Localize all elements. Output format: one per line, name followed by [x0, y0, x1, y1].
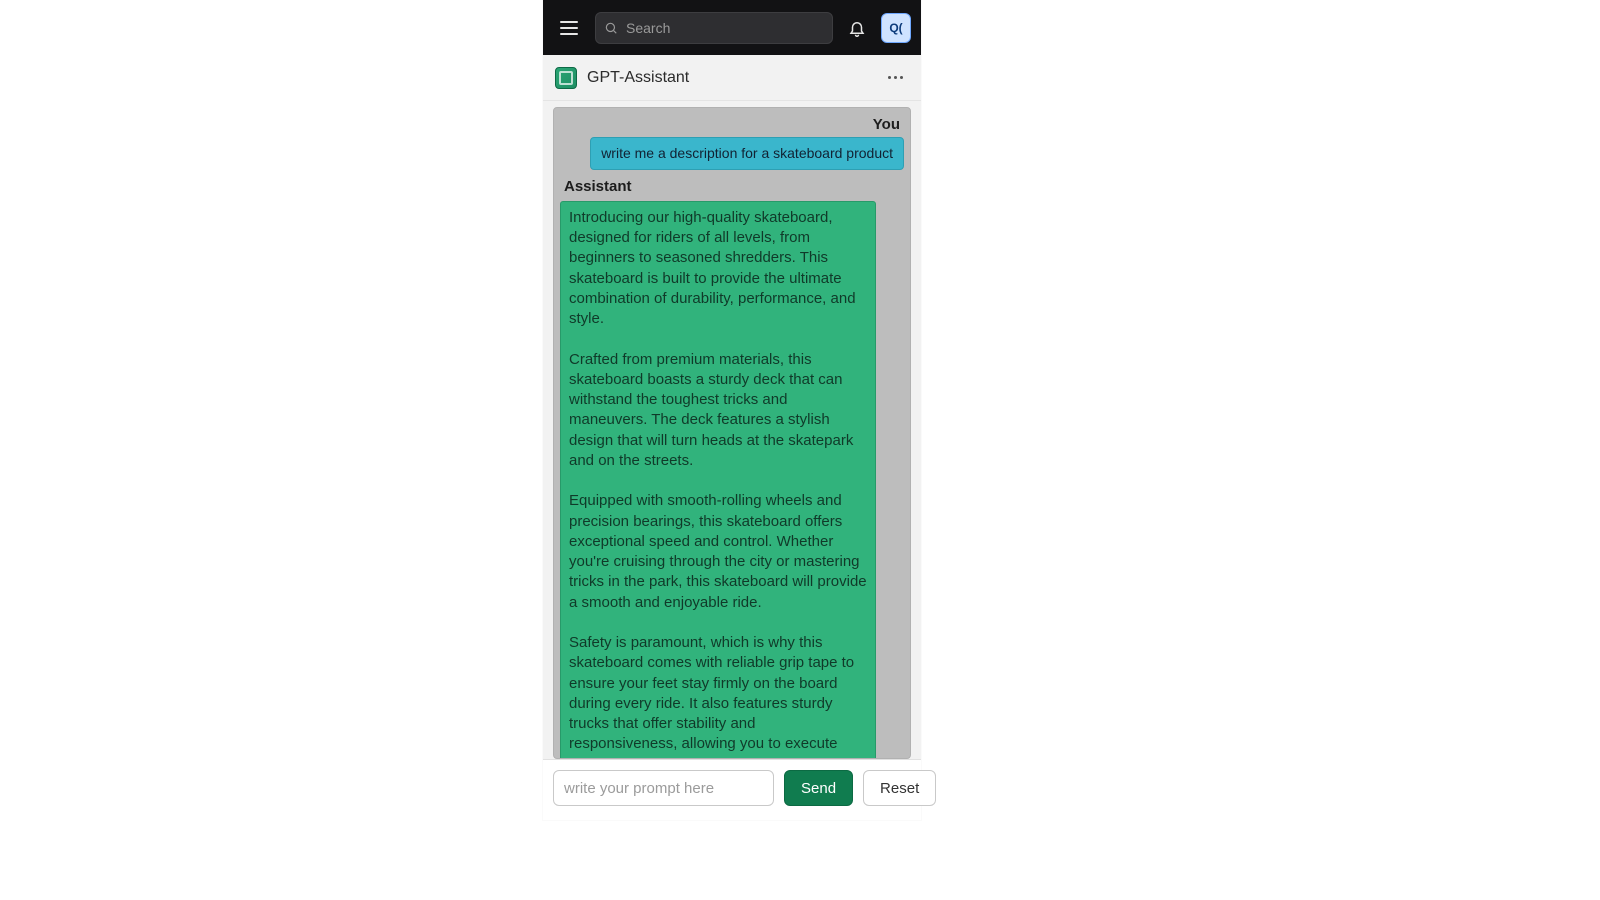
- search-box[interactable]: [595, 12, 833, 44]
- sender-label-assistant: Assistant: [560, 176, 904, 199]
- topbar: Q(: [543, 0, 921, 55]
- chat-panel[interactable]: You write me a description for a skatebo…: [553, 107, 911, 759]
- prompt-input[interactable]: [553, 770, 774, 806]
- search-icon: [604, 21, 618, 35]
- reset-button[interactable]: Reset: [863, 770, 936, 806]
- assistant-message: Introducing our high-quality skateboard,…: [560, 201, 876, 759]
- send-button[interactable]: Send: [784, 770, 853, 806]
- menu-button[interactable]: [553, 12, 585, 44]
- bell-icon: [848, 19, 866, 37]
- sender-label-you: You: [560, 114, 904, 137]
- user-avatar[interactable]: Q(: [881, 13, 911, 43]
- notifications-button[interactable]: [843, 14, 871, 42]
- app-logo-icon: [555, 67, 577, 89]
- more-options-button[interactable]: [882, 70, 909, 85]
- user-message: write me a description for a skateboard …: [590, 137, 904, 170]
- title-bar: GPT-Assistant: [543, 55, 921, 101]
- composer: Send Reset: [543, 759, 921, 820]
- page-title: GPT-Assistant: [587, 69, 689, 87]
- search-input[interactable]: [624, 19, 824, 37]
- chat-area: You write me a description for a skatebo…: [543, 101, 921, 759]
- app-frame: Q( GPT-Assistant You write me a descript…: [543, 0, 921, 820]
